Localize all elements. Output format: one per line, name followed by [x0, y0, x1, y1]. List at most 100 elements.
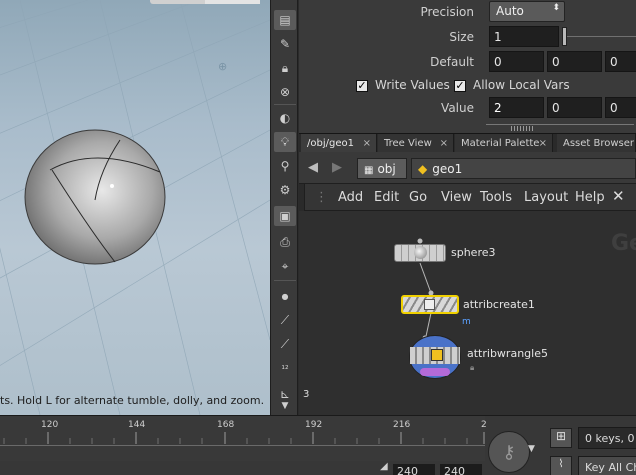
tab-tree-view[interactable]: Tree View × [378, 134, 454, 153]
close-icon[interactable]: × [363, 138, 371, 149]
menu-view[interactable]: View [441, 190, 472, 205]
attribcreate-node-icon [424, 299, 435, 310]
write-values-checkbox[interactable]: ✓ [356, 80, 368, 92]
pencil-edit-icon[interactable]: ✎ [274, 34, 296, 54]
grip-icon[interactable] [511, 126, 533, 131]
render-region-icon[interactable]: ⌖ [274, 256, 296, 276]
network-left-number: 3 [303, 389, 310, 400]
dropdown-arrows-icon: ⬍ [552, 3, 560, 13]
default-label: Default [430, 55, 474, 69]
viewport-status-message: ts. Hold L for alternate tumble, dolly, … [0, 394, 265, 407]
menu-go[interactable]: Go [409, 190, 427, 205]
precision-dropdown[interactable]: Auto ⬍ [489, 1, 565, 22]
node-attribcreate1-label: attribcreate1 [463, 298, 535, 311]
tick-label: 2 [481, 420, 487, 430]
point-icon[interactable]: ● [274, 286, 296, 306]
breadcrumb-geo1[interactable]: ◆ geo1 [411, 158, 636, 179]
snapshot-icon[interactable]: ⎙ [274, 232, 296, 252]
menu-edit[interactable]: Edit [374, 190, 399, 205]
sphere-object [24, 129, 166, 265]
sphere-node-icon [414, 246, 427, 259]
brush-icon[interactable]: ⟋ [274, 334, 296, 354]
channel-list-icon[interactable]: ⊞ [550, 428, 572, 448]
display-options-icon[interactable]: ▤ [274, 10, 296, 30]
node-attribwrangle5[interactable] [409, 335, 461, 379]
size-field[interactable]: 1 [489, 26, 559, 47]
breadcrumb-obj[interactable]: ▦ obj [357, 158, 407, 179]
tab-material-palette[interactable]: Material Palette × [455, 134, 553, 153]
menu-tools[interactable]: Tools [480, 190, 512, 205]
node-sphere3[interactable] [394, 244, 446, 262]
range-start-marker-icon[interactable]: ◢ [380, 461, 388, 472]
graph-editor-icon[interactable]: ⌇ [550, 456, 572, 475]
key-all-channels-button[interactable]: Key All Ch [578, 456, 636, 475]
xray-icon[interactable]: ⊗ [274, 82, 296, 102]
node-lock-icon: 🔒︎ [470, 363, 475, 372]
camera-light-icon[interactable]: ⚙ [274, 180, 296, 200]
tab-label: /obj/geo1 [307, 138, 354, 149]
light-bulb-icon[interactable]: 💡︎ [274, 132, 296, 152]
menu-help[interactable]: Help [575, 190, 605, 205]
timeline-ruler[interactable]: 120 144 168 192 216 2 [0, 416, 487, 461]
shading-icon[interactable]: ◐ [274, 108, 296, 128]
menu-layout[interactable]: Layout [524, 190, 568, 205]
menu-grip-icon: ⋮ [315, 190, 328, 205]
size-label: Size [449, 30, 474, 44]
close-icon[interactable]: × [440, 138, 448, 149]
default-z-field[interactable]: 0 [605, 51, 636, 72]
write-values-label: Write Values [375, 78, 450, 92]
start-frame-field[interactable]: 240 [393, 464, 435, 475]
tab-asset-browser[interactable]: Asset Browser [557, 134, 636, 153]
tools-wrench-icon[interactable]: ✕ [612, 187, 625, 205]
value-y-field[interactable]: 0 [547, 97, 602, 118]
background-icon[interactable]: ▣ [274, 206, 296, 226]
key-info-readout: 0 keys, 0 [578, 427, 636, 449]
node-attribcreate1[interactable] [401, 295, 459, 314]
viewport-grid: ⊕ [0, 0, 270, 415]
pane-tab-bar: /obj/geo1 × Tree View × Material Palette × … [299, 133, 636, 153]
back-arrow-icon[interactable]: ◀ [308, 160, 318, 175]
tab-label: Tree View [384, 138, 432, 149]
default-y-field[interactable]: 0 [547, 51, 602, 72]
wrangle-node-icon [431, 349, 443, 361]
light-add-icon[interactable]: ⚲ [274, 156, 296, 176]
tick-label: 216 [393, 420, 411, 430]
key-icon[interactable]: ⚷ [488, 431, 530, 473]
viewport-top-handle-right [205, 0, 260, 4]
value-z-field[interactable]: 0 [605, 97, 636, 118]
tab-label: Asset Browser [563, 138, 635, 149]
network-menu-bar: ⋮ Add Edit Go View Tools Layout Help ✕ [305, 184, 636, 211]
geo-node-icon: ◆ [418, 162, 428, 176]
node-sphere3-label: sphere3 [451, 246, 496, 259]
close-icon[interactable]: × [539, 138, 547, 149]
playbar: 120 144 168 192 216 2 ◢ 240 240 ⚷ ▼ ⊞ 0 … [0, 415, 636, 475]
breadcrumb-geo1-label: geo1 [432, 162, 463, 176]
tab-obj-geo1[interactable]: /obj/geo1 × [301, 134, 377, 153]
edge-tool-icon[interactable]: ⟋ [274, 310, 296, 330]
network-editor[interactable]: Ge sphere3 attribcreate1 m attribwrangle… [299, 211, 636, 415]
allow-local-vars-label: Allow Local Vars [473, 78, 570, 92]
tab-label: Material Palette [461, 138, 540, 149]
value-label: Value [441, 101, 474, 115]
value-x-field[interactable]: 2 [489, 97, 544, 118]
allow-local-vars-checkbox[interactable]: ✓ [454, 80, 466, 92]
menu-add[interactable]: Add [338, 190, 363, 205]
default-x-field[interactable]: 0 [489, 51, 544, 72]
end-frame-field[interactable]: 240 [440, 464, 482, 475]
forward-arrow-icon[interactable]: ▶ [332, 160, 342, 175]
size-slider-track[interactable] [567, 36, 636, 37]
pane-resize-handle[interactable] [486, 124, 634, 130]
svg-text:⊕: ⊕ [218, 60, 227, 73]
key-dropdown-arrow-icon[interactable]: ▼ [528, 444, 535, 454]
number-display-icon[interactable]: ¹² [274, 360, 296, 380]
scene-viewport[interactable]: ⊕ ts. Hold L for alternate tumble, dolly… [0, 0, 270, 415]
tick-label: 168 [217, 420, 235, 430]
obj-network-icon: ▦ [364, 165, 374, 176]
precision-value: Auto [496, 4, 524, 18]
network-path-bar: ◀ ▶ ▦ obj ◆ geo1 [299, 152, 636, 184]
tick-label: 192 [305, 420, 323, 430]
scroll-down-icon[interactable]: ▼ [274, 400, 296, 412]
node-attribcreate1-flag: m [462, 317, 471, 327]
node-attribwrangle5-label: attribwrangle5 [467, 347, 548, 360]
lock-icon[interactable]: 🔒︎ [274, 58, 296, 78]
